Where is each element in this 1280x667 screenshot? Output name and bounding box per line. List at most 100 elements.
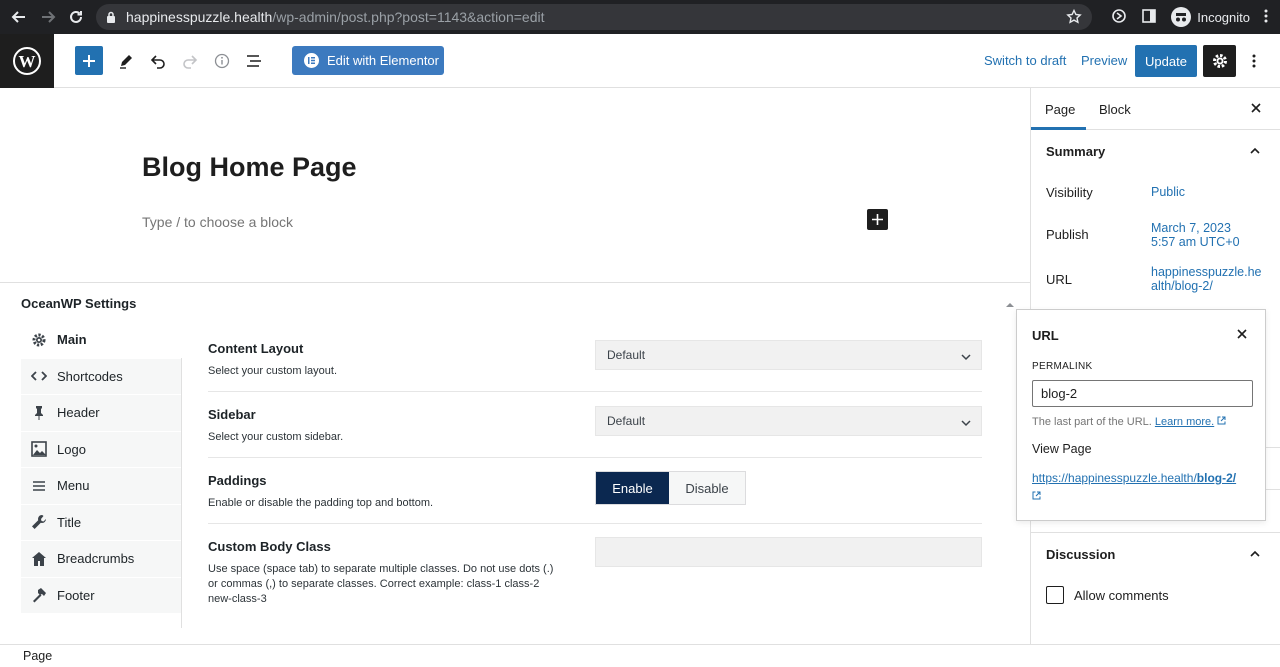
bookmark-star-icon[interactable] <box>1066 8 1082 28</box>
browser-toolbar: happinesspuzzle.health/wp-admin/post.php… <box>0 0 1280 34</box>
nav-label: Header <box>57 405 100 421</box>
redo-icon <box>183 55 198 69</box>
external-link-icon <box>1032 488 1257 504</box>
setting-desc: Enable or disable the padding top and bo… <box>208 497 434 509</box>
row-divider <box>208 391 982 392</box>
editor-footer: Page <box>0 644 1280 667</box>
list-view-icon <box>247 55 261 67</box>
preview-button[interactable]: Preview <box>1081 53 1127 68</box>
tools-pencil-button[interactable] <box>111 46 141 76</box>
metabox-title: OceanWP Settings <box>21 296 137 311</box>
nav-item-menu[interactable]: Menu <box>21 468 182 505</box>
lock-icon <box>106 11 116 23</box>
address-bar[interactable]: happinesspuzzle.health/wp-admin/post.php… <box>96 4 1092 30</box>
nav-divider <box>181 358 182 628</box>
publish-time: 5:57 am UTC+0 <box>1151 235 1240 249</box>
info-icon <box>214 53 230 69</box>
link-slug: blog-2/ <box>1196 471 1237 485</box>
chevron-up-icon[interactable] <box>1248 144 1262 158</box>
home-icon <box>31 551 47 567</box>
footer-breadcrumb[interactable]: Page <box>23 649 52 663</box>
incognito-icon <box>1171 7 1192 27</box>
learn-more-link[interactable]: Learn more. <box>1155 416 1214 428</box>
block-inserter-button[interactable] <box>75 46 103 75</box>
nav-item-breadcrumbs[interactable]: Breadcrumbs <box>21 541 182 578</box>
update-button[interactable]: Update <box>1135 45 1197 77</box>
wordpress-logo-icon[interactable]: W <box>0 34 54 88</box>
details-button[interactable] <box>207 46 237 76</box>
settings-button[interactable] <box>1203 45 1236 77</box>
row-divider <box>208 457 982 458</box>
visibility-value[interactable]: Public <box>1151 185 1263 199</box>
tab-block[interactable]: Block <box>1099 102 1131 117</box>
nav-label: Shortcodes <box>57 368 123 384</box>
content-layout-select[interactable]: Default <box>595 340 982 370</box>
menu-icon <box>31 478 47 494</box>
view-page-link[interactable]: https://happinesspuzzle.health/blog-2/ <box>1032 470 1257 504</box>
custom-body-class-input[interactable] <box>595 537 982 567</box>
nav-item-main[interactable]: Main <box>21 322 182 359</box>
nav-item-header[interactable]: Header <box>21 395 182 432</box>
chevron-down-icon <box>961 350 971 364</box>
back-button[interactable] <box>4 0 34 34</box>
nav-label: Breadcrumbs <box>57 551 135 567</box>
sidepanel-icon[interactable] <box>1141 8 1157 27</box>
inline-add-block-button[interactable] <box>867 209 888 230</box>
edit-with-elementor-button[interactable]: Edit with Elementor <box>292 46 444 75</box>
list-view-button[interactable] <box>239 46 269 76</box>
reload-icon <box>70 10 82 23</box>
extension-icon[interactable] <box>1111 8 1127 27</box>
active-tab-indicator <box>1031 127 1086 130</box>
reload-button[interactable] <box>61 0 91 34</box>
allow-comments-checkbox[interactable] <box>1046 586 1064 604</box>
nav-label: Title <box>57 514 82 530</box>
tab-page[interactable]: Page <box>1045 102 1075 117</box>
close-sidebar-icon[interactable] <box>1249 101 1263 115</box>
gear-icon <box>31 332 47 348</box>
popover-title: URL <box>1032 328 1059 343</box>
post-title[interactable]: Blog Home Page <box>142 152 357 183</box>
incognito-label: Incognito <box>1197 9 1250 25</box>
nav-item-shortcodes[interactable]: Shortcodes <box>21 358 182 395</box>
nav-item-footer[interactable]: Footer <box>21 577 182 614</box>
permalink-input[interactable] <box>1032 380 1253 407</box>
link-prefix: https://happinesspuzzle.health/ <box>1032 471 1197 485</box>
incognito-profile[interactable]: Incognito <box>1171 7 1250 27</box>
url-label: URL <box>1046 272 1073 287</box>
allow-comments-label: Allow comments <box>1074 588 1169 603</box>
redo-button[interactable] <box>175 46 205 76</box>
forward-button[interactable] <box>33 0 63 34</box>
elementor-icon <box>304 53 319 68</box>
close-popover-icon[interactable] <box>1235 327 1249 341</box>
sidebar-select[interactable]: Default <box>595 406 982 436</box>
nav-item-title[interactable]: Title <box>21 504 182 541</box>
browser-menu-icon[interactable] <box>1264 8 1268 27</box>
url-value[interactable]: happinesspuzzle.health/blog-2/ <box>1151 265 1263 293</box>
oceanwp-settings-panel: OceanWP Settings Main Shortcodes Header … <box>0 282 1030 644</box>
discussion-heading[interactable]: Discussion <box>1046 547 1115 562</box>
arrow-left-icon <box>11 11 25 23</box>
nav-item-logo[interactable]: Logo <box>21 431 182 468</box>
publish-value[interactable]: March 7, 2023 5:57 am UTC+0 <box>1151 221 1263 249</box>
svg-text:W: W <box>19 52 36 71</box>
nav-label: Menu <box>57 478 90 494</box>
help-text: The last part of the URL. <box>1032 416 1152 428</box>
block-placeholder[interactable]: Type / to choose a block <box>142 214 293 230</box>
disable-button[interactable]: Disable <box>669 472 745 504</box>
plus-icon <box>83 54 95 67</box>
permalink-label: PERMALINK <box>1032 361 1093 372</box>
nav-label: Main <box>57 332 87 348</box>
more-vertical-icon <box>1252 54 1256 68</box>
nav-label: Footer <box>57 587 95 603</box>
options-menu-button[interactable] <box>1244 46 1264 76</box>
summary-heading[interactable]: Summary <box>1046 144 1105 159</box>
url-path: /wp-admin/post.php?post=1143&action=edit <box>272 9 545 25</box>
url-popover: URL PERMALINK The last part of the URL. … <box>1016 309 1266 521</box>
select-value: Default <box>607 414 646 428</box>
undo-button[interactable] <box>143 46 173 76</box>
enable-button[interactable]: Enable <box>596 472 669 504</box>
switch-to-draft-button[interactable]: Switch to draft <box>984 53 1066 68</box>
collapse-triangle-icon[interactable] <box>1005 297 1015 307</box>
chevron-up-icon[interactable] <box>1248 547 1262 561</box>
code-icon <box>31 368 47 384</box>
